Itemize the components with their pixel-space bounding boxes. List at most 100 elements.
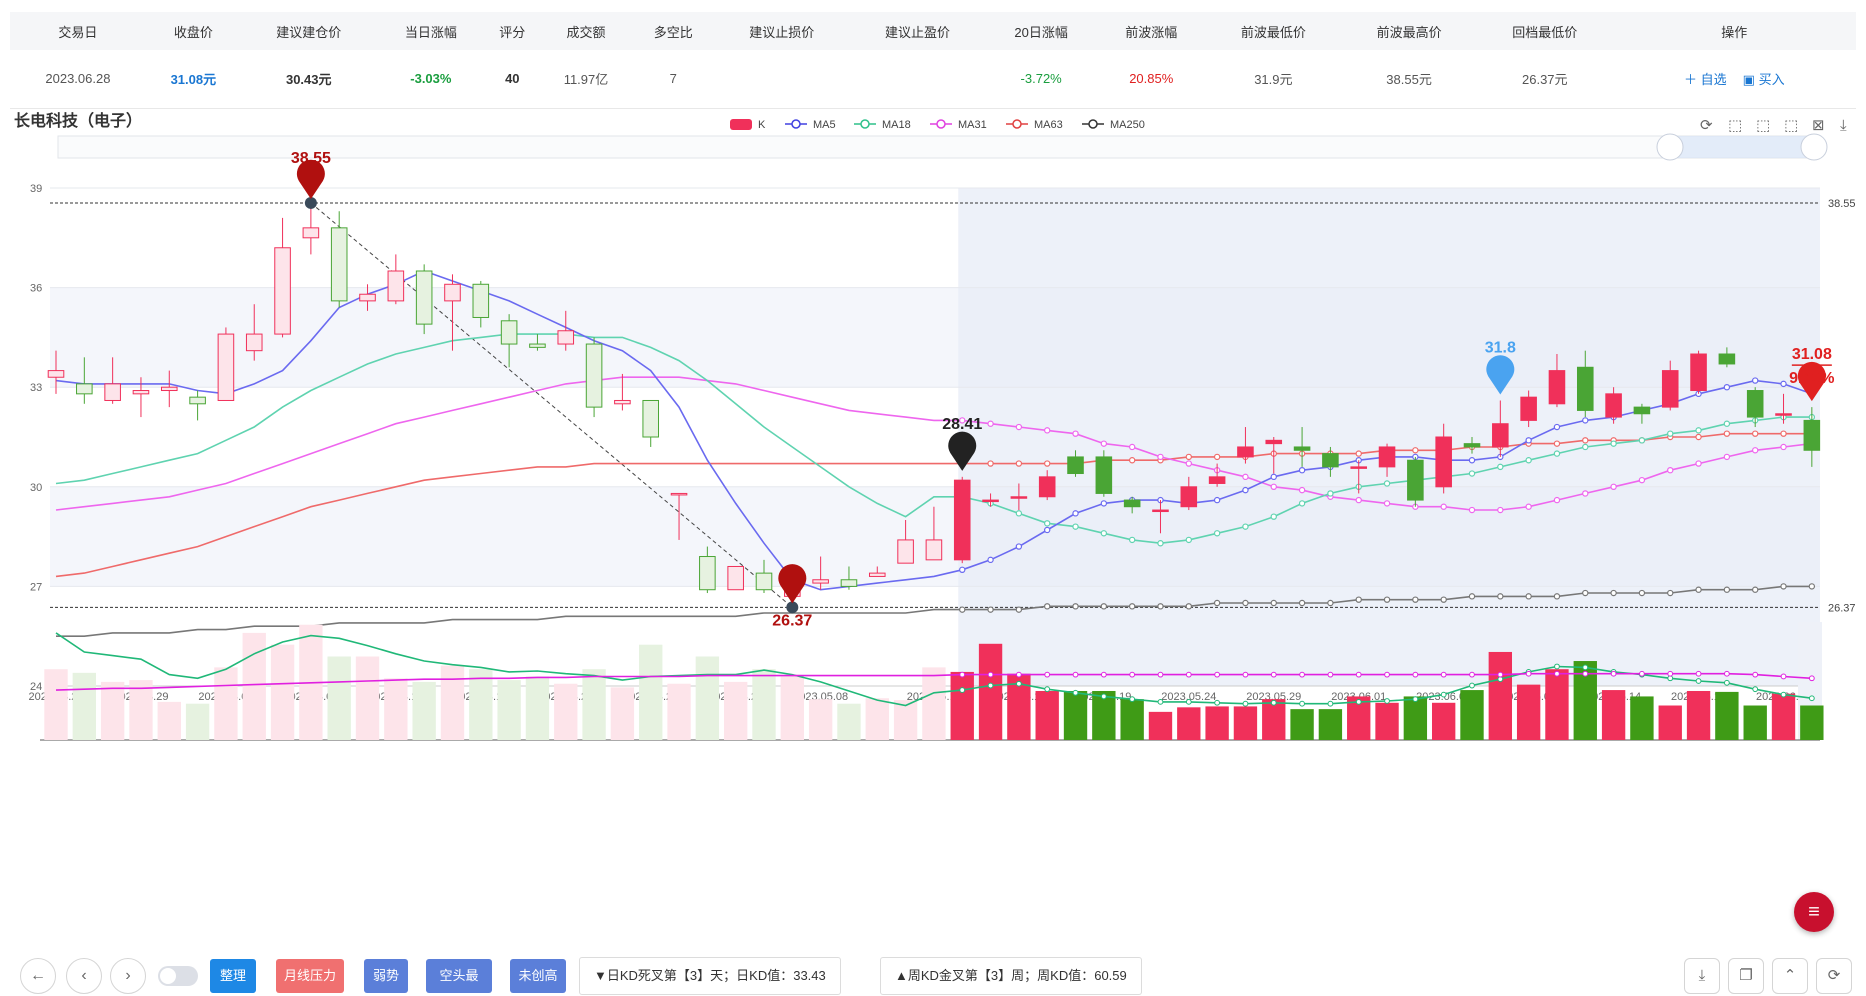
candle <box>47 370 65 378</box>
legend-item-ma250: MA250 <box>1110 119 1145 131</box>
volume-bar <box>355 656 380 740</box>
candle <box>699 556 716 591</box>
candle <box>76 383 93 395</box>
weekly-kd-info: ▲周KD金叉第【3】周；周KD值：60.59 <box>880 957 1142 995</box>
volume-ma1-line-point <box>1384 698 1390 704</box>
scroll-top-icon[interactable]: ⌃ <box>1772 958 1808 994</box>
volume-ma1-line-point <box>1157 698 1164 705</box>
candle <box>1293 446 1311 451</box>
candle <box>840 579 858 587</box>
column-header: 建议止盈价 <box>849 12 986 50</box>
volume-bar <box>525 676 550 740</box>
volume-ma1-line-point <box>1072 689 1079 696</box>
add-watchlist-button[interactable]: ＋ 自选 <box>1684 72 1727 87</box>
candle <box>1661 370 1679 408</box>
ma18-line-point <box>1553 450 1561 457</box>
y-tick-label: 33 <box>30 382 42 394</box>
ma63-line-point <box>987 460 994 467</box>
ma63-line-point <box>1751 430 1759 437</box>
zoom-handle-left <box>1656 133 1684 161</box>
volume-ma2-line-point <box>1469 671 1475 678</box>
volume-ma2-line-point <box>1752 671 1759 678</box>
table-cell: 31.08元 <box>145 50 241 109</box>
ma250-line-point <box>1638 589 1646 597</box>
candle <box>444 283 461 302</box>
buy-button[interactable]: ▣ 买入 <box>1743 72 1785 87</box>
volume-bar <box>1800 705 1824 740</box>
table-cell: 30.43元 <box>240 50 377 109</box>
volume-bar <box>808 699 833 740</box>
ma31-line-point <box>1553 496 1561 504</box>
table-cell: -3.72% <box>985 50 1097 109</box>
zoom-slider-window <box>1668 136 1820 158</box>
ma250-line-point <box>1242 599 1249 607</box>
ma250-line-point <box>1298 599 1306 607</box>
ref-line-label: 38.55 <box>1828 198 1856 210</box>
table-cell: 26.37元 <box>1476 50 1613 109</box>
candle <box>1605 393 1622 418</box>
next-button[interactable]: › <box>110 958 146 994</box>
kline-chart[interactable]: 长电科技（电子） K MA5 MA18 MA31 MA63 MA250 ⟳ ⬚ ⬚ ⬚ ⊠ ⤓24273… <box>0 110 1866 952</box>
volume-bar <box>1516 684 1541 740</box>
tag-button[interactable]: 月线压力 <box>276 959 344 993</box>
refresh-icon[interactable]: ⟳ <box>1816 958 1852 994</box>
tag-button[interactable]: 空头最能 <box>426 959 492 993</box>
download-icon[interactable]: ⤓ <box>1684 958 1720 994</box>
ma250-line-point <box>1128 603 1136 610</box>
ma18-line-point <box>1638 437 1646 444</box>
candle <box>585 343 603 408</box>
ma31-line-point <box>1383 500 1391 507</box>
volume-bar <box>1658 705 1682 740</box>
table-cell: 31.9元 <box>1205 50 1342 109</box>
candle <box>1633 406 1651 415</box>
ma31-line-point <box>1751 447 1759 454</box>
column-header: 前波最低价 <box>1205 12 1342 50</box>
volume-ma2-line-point <box>959 671 966 678</box>
ma250-line-point <box>1213 599 1221 607</box>
candle <box>1237 446 1254 458</box>
candle <box>1775 413 1792 416</box>
volume-bar <box>1148 711 1173 740</box>
prev-button[interactable]: ‹ <box>66 958 102 994</box>
volume-bar <box>72 672 97 740</box>
column-header: 交易日 <box>10 12 146 50</box>
volume-bar <box>1375 702 1399 740</box>
tag-button[interactable]: 弱势 <box>364 959 408 993</box>
menu-fab-button[interactable]: ≡ <box>1794 892 1834 932</box>
ma31-line-point <box>1723 453 1731 461</box>
candle <box>245 333 263 352</box>
table-cell <box>713 50 850 109</box>
toggle-switch[interactable] <box>158 966 198 986</box>
legend-item-ma5: MA5 <box>813 119 836 131</box>
candle <box>359 293 376 302</box>
ma250-line-point <box>1072 603 1079 610</box>
volume-bar <box>1743 705 1767 740</box>
volume-bar <box>922 667 946 740</box>
candle <box>1180 486 1198 508</box>
ma250-line-point <box>1100 603 1108 610</box>
candle <box>302 227 320 239</box>
column-header: 当日涨幅 <box>376 12 486 50</box>
column-header: 前波涨幅 <box>1096 12 1206 50</box>
volume-bar <box>610 687 635 740</box>
tag-button[interactable]: 未创高 <box>510 959 566 993</box>
volume-ma1-line-point <box>987 682 994 689</box>
column-header: 建议建仓价 <box>240 12 377 50</box>
volume-ma2-line-point <box>987 671 994 678</box>
volume-bar <box>1601 690 1626 740</box>
ma5-line-point <box>959 566 966 573</box>
candle <box>812 579 829 584</box>
copy-icon[interactable]: ❐ <box>1728 958 1764 994</box>
candle <box>415 270 433 325</box>
ma31-line-point <box>1468 506 1476 514</box>
ma250-line-point <box>1157 603 1164 610</box>
volume-ma2-line-point <box>1525 670 1532 677</box>
back-button[interactable]: ← <box>20 958 56 994</box>
y-tick-label: 30 <box>30 482 42 494</box>
volume-ma2-line-point <box>1270 671 1277 678</box>
summary-header-row: 交易日 收盘价 建议建仓价 当日涨幅 评分 成交额 多空比 建议止损价 建议止盈价 20日涨幅 前波… <box>10 12 1856 50</box>
volume-bar <box>440 665 465 740</box>
legend-item-k: K <box>758 119 766 131</box>
tag-button[interactable]: 整理 <box>210 959 256 993</box>
ma18-line-point <box>1582 443 1589 451</box>
